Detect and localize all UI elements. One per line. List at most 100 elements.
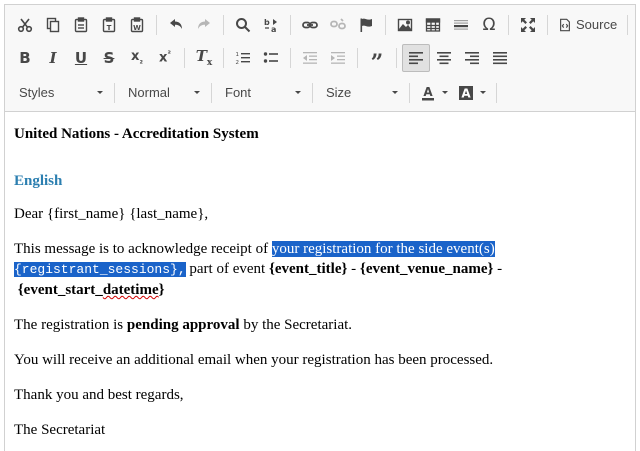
special-char-button[interactable]: Ω bbox=[475, 11, 503, 39]
remove-format-button[interactable]: Tx bbox=[190, 44, 218, 72]
editor-content[interactable]: United Nations - Accreditation System En… bbox=[5, 112, 635, 440]
toolbar-separator bbox=[627, 14, 629, 35]
strikethrough-icon: S bbox=[103, 48, 115, 67]
subscript-button[interactable]: x₂ bbox=[123, 44, 151, 72]
bold-button[interactable]: B bbox=[11, 44, 39, 72]
underline-button[interactable]: U bbox=[67, 44, 95, 72]
acknowledgement-paragraph: This message is to acknowledge receipt o… bbox=[14, 239, 626, 300]
toolbar-separator bbox=[211, 82, 212, 103]
align-left-icon bbox=[409, 51, 423, 64]
toolbar-separator bbox=[396, 47, 397, 68]
selected-text: your registration for the side event(s) bbox=[271, 241, 495, 257]
chevron-down-icon bbox=[392, 91, 398, 94]
paste-text-icon: T bbox=[102, 16, 116, 32]
font-combo[interactable]: Font bbox=[217, 81, 307, 105]
size-combo[interactable]: Size bbox=[318, 81, 404, 105]
list-group: 12 bbox=[229, 44, 285, 72]
subscript-icon: x₂ bbox=[131, 49, 143, 66]
svg-text:a: a bbox=[271, 25, 276, 33]
find-button[interactable] bbox=[229, 11, 257, 39]
block-group: ” bbox=[363, 44, 391, 74]
unlink-icon bbox=[330, 17, 346, 29]
copy-button[interactable] bbox=[39, 11, 67, 39]
italic-button[interactable]: I bbox=[39, 44, 67, 72]
toolbar-separator bbox=[290, 14, 291, 35]
numbered-list-icon: 12 bbox=[236, 52, 250, 66]
search-icon bbox=[236, 17, 251, 32]
outdent-button[interactable] bbox=[296, 44, 324, 72]
toolbar-separator bbox=[312, 82, 313, 103]
italic-icon: I bbox=[49, 48, 57, 67]
paste-button[interactable] bbox=[67, 11, 95, 39]
source-button[interactable]: Source bbox=[553, 11, 622, 39]
format-combo[interactable]: Normal bbox=[120, 81, 206, 105]
replace-button[interactable]: ba bbox=[257, 11, 285, 39]
unlink-button[interactable] bbox=[324, 11, 352, 39]
toolbar-row-2: B I U S x₂ x² Tx 1 2 ” bbox=[11, 41, 635, 74]
toolbar-separator bbox=[290, 47, 291, 68]
toolbar-separator bbox=[184, 47, 185, 68]
undo-icon bbox=[170, 18, 182, 29]
paste-word-button[interactable]: W bbox=[123, 11, 151, 39]
image-icon bbox=[397, 18, 413, 31]
strikethrough-button[interactable]: S bbox=[95, 44, 123, 72]
redo-button[interactable] bbox=[190, 11, 218, 39]
horizontal-line-icon bbox=[454, 19, 468, 30]
size-combo-label: Size bbox=[326, 85, 352, 100]
align-right-button[interactable] bbox=[458, 44, 486, 72]
bulleted-list-button[interactable] bbox=[257, 44, 285, 72]
align-left-button[interactable] bbox=[402, 43, 430, 72]
svg-text:1: 1 bbox=[236, 52, 240, 58]
cut-button[interactable] bbox=[11, 11, 39, 39]
horizontal-line-button[interactable] bbox=[447, 11, 475, 39]
link-group bbox=[296, 11, 380, 39]
undo-button[interactable] bbox=[162, 11, 190, 39]
maximize-button[interactable] bbox=[514, 11, 542, 39]
maximize-icon bbox=[521, 17, 535, 32]
styles-combo-label: Styles bbox=[19, 85, 55, 100]
font-combo-label: Font bbox=[225, 85, 252, 100]
greeting-paragraph: Dear {first_name} {last_name}, bbox=[14, 206, 209, 222]
dash-text: - bbox=[347, 261, 360, 277]
paste-text-button[interactable]: T bbox=[95, 11, 123, 39]
clipboard-icon bbox=[74, 16, 88, 32]
scissors-icon bbox=[17, 18, 33, 32]
toolbar-row-1: T W ba Ω Source bbox=[11, 8, 635, 41]
image-button[interactable] bbox=[391, 11, 419, 39]
replace-icon: ba bbox=[264, 18, 277, 33]
table-button[interactable] bbox=[419, 11, 447, 39]
remove-format-icon: Tx bbox=[195, 47, 213, 68]
indent-button[interactable] bbox=[324, 44, 352, 72]
justify-button[interactable] bbox=[486, 44, 514, 72]
toolbar-separator bbox=[114, 82, 115, 103]
text-color-button[interactable]: A bbox=[415, 79, 453, 107]
numbered-list-button[interactable]: 12 bbox=[229, 44, 257, 72]
flag-icon bbox=[360, 18, 372, 32]
rich-text-editor: T W ba Ω Source B I U S x₂ x² Tx 1 2 ” S… bbox=[4, 4, 636, 451]
background-color-button[interactable]: A bbox=[453, 79, 491, 107]
pending-text: The registration is bbox=[14, 317, 127, 333]
superscript-button[interactable]: x² bbox=[151, 44, 179, 72]
chevron-down-icon bbox=[480, 91, 486, 94]
svg-text:W: W bbox=[133, 24, 141, 32]
dash-text: - bbox=[493, 261, 503, 277]
outdent-icon bbox=[303, 51, 317, 64]
align-center-button[interactable] bbox=[430, 44, 458, 72]
svg-text:b: b bbox=[264, 18, 270, 27]
datetime-open: {event_start_ bbox=[17, 282, 103, 298]
editor-toolbar: T W ba Ω Source B I U S x₂ x² Tx 1 2 ” S… bbox=[5, 5, 635, 112]
anchor-button[interactable] bbox=[352, 11, 380, 39]
superscript-icon: x² bbox=[159, 49, 171, 66]
source-label: Source bbox=[576, 17, 618, 32]
link-button[interactable] bbox=[296, 11, 324, 39]
styles-combo[interactable]: Styles bbox=[11, 81, 109, 105]
event-title-field: {event_title} bbox=[268, 261, 348, 277]
chevron-down-icon bbox=[194, 91, 200, 94]
blockquote-button[interactable]: ” bbox=[363, 44, 391, 74]
additional-email-paragraph: You will receive an additional email whe… bbox=[14, 352, 494, 368]
svg-text:T: T bbox=[107, 24, 112, 32]
indent-icon bbox=[331, 51, 345, 64]
underline-icon: U bbox=[74, 48, 88, 67]
view-group bbox=[514, 11, 542, 39]
align-group bbox=[402, 43, 514, 72]
